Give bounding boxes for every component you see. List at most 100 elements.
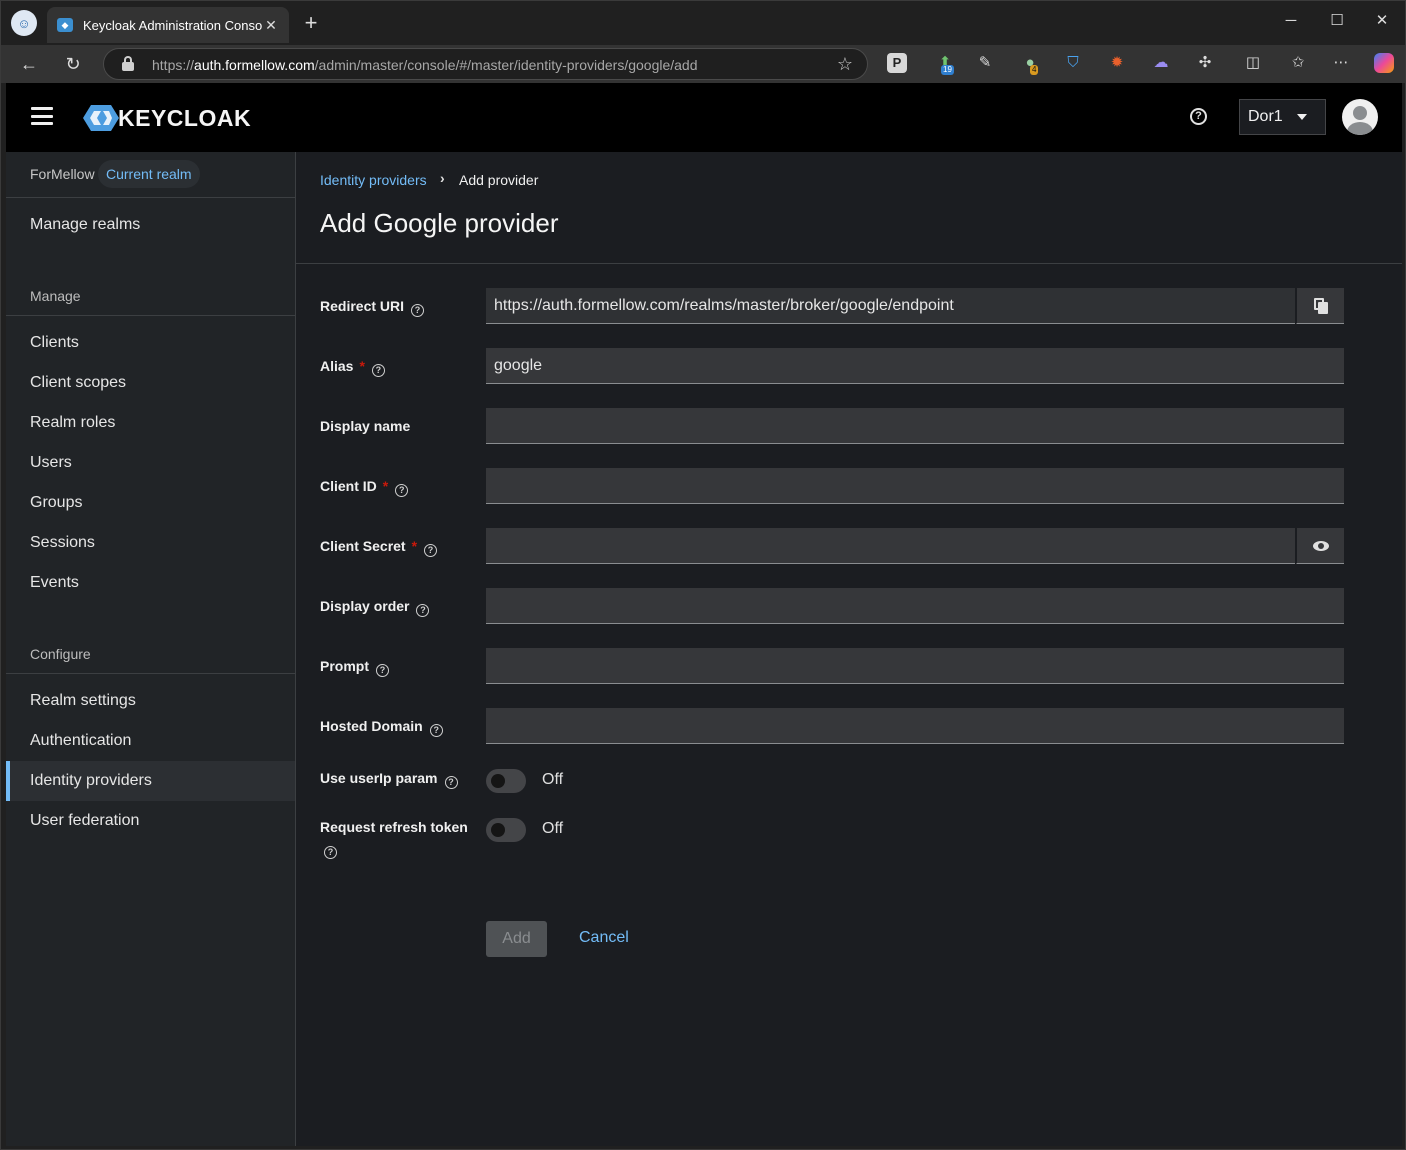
help-question-icon[interactable]: ?	[444, 776, 458, 789]
extension-circle-icon[interactable]: ● 4	[1020, 53, 1040, 75]
client-id-input[interactable]	[486, 468, 1344, 504]
sidebar-item-client-scopes[interactable]: Client scopes	[6, 363, 295, 403]
split-screen-icon[interactable]: ◫	[1243, 53, 1263, 73]
user-name: Dor1	[1248, 108, 1283, 125]
sidebar-section-manage: Manage	[30, 288, 81, 304]
reload-icon[interactable]: ↻	[59, 50, 87, 78]
page-title: Add Google provider	[320, 208, 559, 238]
alias-label: Alias *?	[320, 358, 385, 377]
display-order-label: Display order?	[320, 598, 430, 617]
current-realm-badge: Current realm	[98, 160, 200, 188]
back-icon[interactable]: ←	[15, 50, 43, 78]
help-question-icon[interactable]: ?	[371, 364, 385, 377]
caret-down-icon	[1297, 114, 1307, 120]
extension-fox-icon[interactable]: ✹	[1107, 53, 1127, 73]
hosted-domain-label: Hosted Domain?	[320, 718, 443, 737]
sidebar-item-realm-settings[interactable]: Realm settings	[6, 681, 295, 721]
display-name-input[interactable]	[486, 408, 1344, 444]
copy-icon	[1313, 297, 1328, 314]
tab-strip: ☺ ◆ Keycloak Administration Console ✕ + …	[1, 1, 1405, 45]
copy-button[interactable]	[1296, 288, 1344, 324]
redirect-uri-label: Redirect URI?	[320, 298, 425, 317]
sidebar-item-manage-realms[interactable]: Manage realms	[6, 205, 295, 245]
sidebar-divider	[6, 673, 295, 674]
prompt-input[interactable]	[486, 648, 1344, 684]
maximize-icon[interactable]: ☐	[1322, 9, 1352, 33]
lock-icon[interactable]	[122, 56, 134, 71]
request-refresh-state: Off	[542, 820, 564, 837]
address-bar[interactable]: https://auth.formellow.com/admin/master/…	[103, 48, 868, 80]
extension-arrow-icon[interactable]: ⬆ 19	[935, 53, 955, 75]
client-secret-input[interactable]	[486, 528, 1295, 564]
prompt-label: Prompt?	[320, 658, 389, 677]
help-question-icon[interactable]: ?	[416, 604, 430, 617]
extension-shield-icon[interactable]: ⛉	[1063, 53, 1083, 73]
page-header: Identity providers › Add provider Add Go…	[296, 152, 1402, 264]
sidebar-item-sessions[interactable]: Sessions	[6, 523, 295, 563]
required-marker: *	[411, 538, 418, 554]
help-question-icon[interactable]: ?	[376, 664, 389, 677]
sidebar-item-events[interactable]: Events	[6, 563, 295, 603]
client-id-label: Client ID *?	[320, 478, 409, 497]
breadcrumb-current: Add provider	[459, 172, 539, 188]
help-icon[interactable]: ?	[1190, 108, 1207, 125]
sidebar-item-realm-roles[interactable]: Realm roles	[6, 403, 295, 443]
client-secret-label: Client Secret *?	[320, 538, 438, 557]
display-name-label: Display name	[320, 418, 411, 434]
sidebar-item-clients[interactable]: Clients	[6, 323, 295, 363]
tab-close-icon[interactable]: ✕	[263, 17, 279, 34]
browser-window: ☺ ◆ Keycloak Administration Console ✕ + …	[0, 0, 1406, 1150]
favorite-star-icon[interactable]: ☆	[837, 54, 853, 75]
url-text: https://auth.formellow.com/admin/master/…	[152, 57, 698, 73]
sidebar-item-groups[interactable]: Groups	[6, 483, 295, 523]
breadcrumb-chevron-icon: ›	[440, 170, 445, 186]
user-avatar[interactable]	[1342, 99, 1378, 135]
request-refresh-label: Request refresh token	[320, 819, 468, 835]
redirect-uri-field[interactable]: https://auth.formellow.com/realms/master…	[486, 288, 1295, 324]
show-secret-button[interactable]	[1296, 528, 1344, 564]
sidebar-item-identity-providers[interactable]: Identity providers	[6, 761, 295, 801]
realm-name: ForMellow	[30, 166, 95, 182]
help-question-icon[interactable]: ?	[395, 484, 409, 497]
more-menu-icon[interactable]: ⋯	[1331, 53, 1351, 73]
keycloak-favicon-icon: ◆	[57, 18, 73, 32]
sidebar-item-users[interactable]: Users	[6, 443, 295, 483]
display-order-input[interactable]	[486, 588, 1344, 624]
help-question-icon[interactable]: ?	[324, 846, 337, 859]
help-question-icon[interactable]: ?	[424, 544, 438, 557]
sidebar-item-user-federation[interactable]: User federation	[6, 801, 295, 841]
copilot-icon[interactable]	[1374, 53, 1394, 73]
extension-brush-icon[interactable]: ✎	[975, 53, 995, 73]
required-marker: *	[382, 478, 389, 494]
new-tab-icon[interactable]: +	[299, 11, 323, 35]
help-question-icon[interactable]: ?	[429, 724, 443, 737]
request-refresh-toggle[interactable]	[486, 818, 526, 842]
tab-title: Keycloak Administration Console	[83, 17, 263, 33]
use-userip-toggle[interactable]	[486, 769, 526, 793]
add-button[interactable]: Add	[486, 921, 547, 957]
hosted-domain-input[interactable]	[486, 708, 1344, 744]
profile-avatar-icon[interactable]: ☺	[11, 10, 37, 36]
extension-cloud-icon[interactable]: ☁	[1151, 53, 1171, 73]
favorites-icon[interactable]: ✩	[1288, 53, 1308, 73]
minimize-icon[interactable]: ─	[1276, 9, 1306, 33]
realm-selector[interactable]: ForMellow Current realm	[6, 152, 295, 198]
main-content: Identity providers › Add provider Add Go…	[296, 152, 1402, 1146]
masthead: KEYCLOAK ? Dor1	[6, 83, 1402, 152]
browser-tab[interactable]: ◆ Keycloak Administration Console ✕	[47, 7, 289, 43]
sidebar-item-authentication[interactable]: Authentication	[6, 721, 295, 761]
use-userip-label: Use userIp param?	[320, 770, 458, 789]
user-dropdown[interactable]: Dor1	[1239, 99, 1326, 135]
use-userip-state: Off	[542, 771, 564, 788]
window-close-icon[interactable]: ✕	[1367, 9, 1397, 33]
keycloak-logo-text: KEYCLOAK	[118, 105, 252, 131]
eye-icon	[1312, 540, 1329, 551]
hamburger-menu-icon[interactable]	[31, 107, 53, 125]
help-question-icon[interactable]: ?	[411, 304, 425, 317]
extensions-puzzle-icon[interactable]: ✣	[1195, 53, 1215, 73]
required-marker: *	[359, 358, 365, 374]
alias-input[interactable]: google	[486, 348, 1344, 384]
breadcrumb-identity-providers[interactable]: Identity providers	[320, 172, 427, 188]
cancel-button[interactable]: Cancel	[579, 929, 629, 947]
extension-p-icon[interactable]: P	[887, 53, 907, 73]
